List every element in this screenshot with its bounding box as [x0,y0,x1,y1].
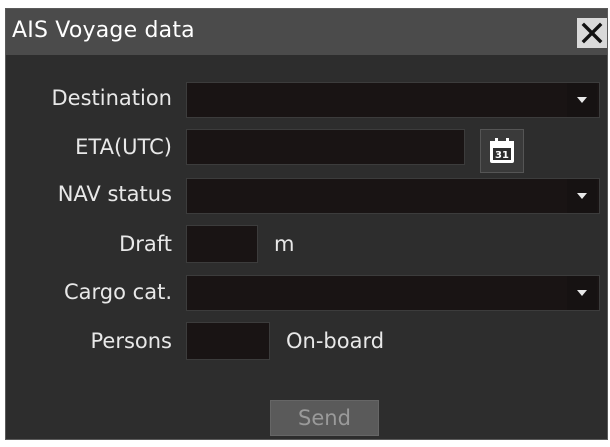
cargo-label: Cargo cat. [64,280,172,304]
ais-voyage-dialog: AIS Voyage data Destination ETA(UTC) 31 … [5,8,608,440]
persons-label: Persons [90,329,172,353]
draft-input[interactable] [186,225,258,263]
eta-label: ETA(UTC) [75,135,172,159]
cargo-select[interactable] [186,275,600,311]
send-button[interactable]: Send [270,400,379,436]
chevron-down-icon [577,290,587,296]
calendar-day: 31 [495,150,509,161]
eta-input[interactable] [186,129,465,165]
destination-label: Destination [51,86,172,110]
persons-unit: On-board [286,329,385,353]
dialog-title: AIS Voyage data [12,18,195,43]
destination-dropdown-button[interactable] [567,83,597,117]
close-button[interactable] [577,18,607,48]
chevron-down-icon [577,193,587,199]
nav-status-select[interactable] [186,178,600,214]
nav-status-label: NAV status [57,182,172,206]
nav-status-dropdown-button[interactable] [567,179,597,213]
close-icon [581,22,603,44]
draft-unit: m [274,232,295,256]
calendar-icon: 31 [490,138,514,163]
title-bar: AIS Voyage data [6,9,607,55]
cargo-dropdown-button[interactable] [567,276,597,310]
persons-input[interactable] [186,322,270,360]
calendar-button[interactable]: 31 [480,129,524,173]
destination-select[interactable] [186,82,600,118]
draft-label: Draft [119,232,172,256]
chevron-down-icon [577,97,587,103]
